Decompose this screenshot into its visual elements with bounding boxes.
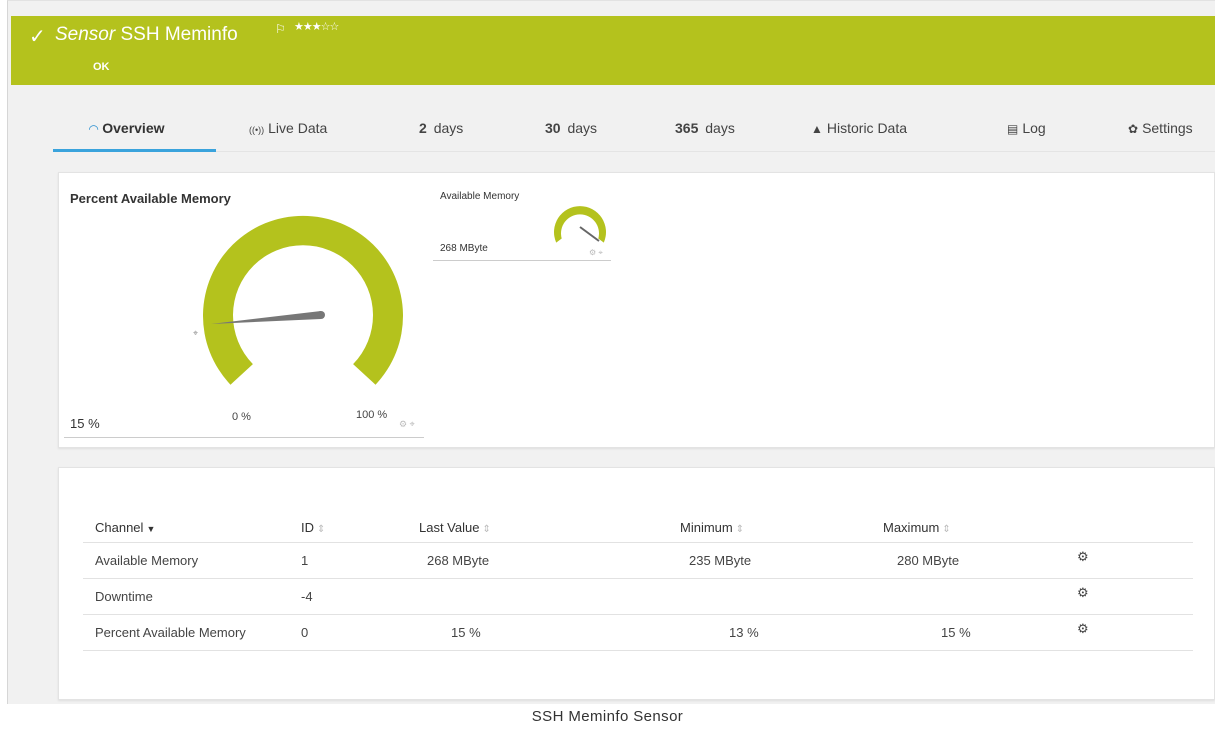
sort-icon: ⇕ bbox=[482, 524, 491, 535]
gauge-divider bbox=[64, 437, 424, 438]
table-row[interactable]: Available Memory 1 268 MByte 235 MByte 2… bbox=[83, 542, 1193, 578]
col-header-maximum[interactable]: Maximum ⇕ bbox=[883, 520, 951, 535]
sensor-title: Sensor SSH Meminfo bbox=[55, 24, 238, 46]
col-header-minimum[interactable]: Minimum ⇕ bbox=[680, 520, 744, 535]
main-gauge[interactable]: ⌖ bbox=[179, 203, 419, 433]
pin-icon: ⌖ bbox=[193, 328, 198, 338]
tab-overview[interactable]: ◠ Overview bbox=[89, 120, 165, 136]
tab-365-days[interactable]: 365 days bbox=[675, 120, 735, 136]
cell-minimum: 13 % bbox=[729, 625, 759, 640]
main-gauge-arc bbox=[203, 215, 403, 385]
tab-number: 365 bbox=[675, 120, 699, 136]
gauges-panel: Percent Available Memory ⌖ 0 % 100 % 15 … bbox=[58, 172, 1215, 448]
figure-caption: SSH Meminfo Sensor bbox=[531, 708, 684, 725]
col-header-channel[interactable]: Channel ▼ bbox=[95, 520, 155, 535]
tab-historic-data[interactable]: ▲ Historic Data bbox=[811, 120, 907, 136]
broadcast-icon: ((•)) bbox=[249, 125, 265, 135]
cell-last-value: 15 % bbox=[451, 625, 481, 640]
cell-maximum: 15 % bbox=[941, 625, 971, 640]
tab-live-data[interactable]: ((•)) Live Data bbox=[249, 120, 327, 136]
col-header-last-value[interactable]: Last Value ⇕ bbox=[419, 520, 491, 535]
channel-settings-icon[interactable]: ⚙ bbox=[1077, 621, 1089, 637]
tab-log[interactable]: ▤ Log bbox=[1007, 120, 1046, 136]
table-bottom-border bbox=[83, 650, 1193, 651]
tab-label: Settings bbox=[1142, 120, 1193, 136]
tab-30-days[interactable]: 30 days bbox=[545, 120, 597, 136]
sort-icon: ⇕ bbox=[735, 524, 745, 535]
cell-minimum: 235 MByte bbox=[689, 553, 752, 568]
cell-id: 0 bbox=[301, 625, 309, 640]
cell-channel[interactable]: Percent Available Memory bbox=[95, 625, 246, 640]
gear-icon: ✿ bbox=[1128, 122, 1139, 136]
tab-settings[interactable]: ✿ Settings bbox=[1128, 120, 1193, 136]
gauge-icon: ◠ bbox=[89, 122, 99, 136]
small-gauge-divider bbox=[433, 260, 611, 261]
col-header-label: ID bbox=[301, 520, 314, 535]
cell-maximum: 280 MByte bbox=[897, 553, 960, 568]
cell-id: -4 bbox=[301, 589, 313, 604]
sensor-title-prefix: Sensor bbox=[55, 24, 116, 45]
small-gauge-settings-icon[interactable]: ⚙ ⌖ bbox=[589, 248, 603, 258]
main-gauge-max-label: 100 % bbox=[356, 409, 388, 421]
gauge-settings-icon[interactable]: ⚙ ⌖ bbox=[399, 419, 415, 430]
col-header-label: Maximum bbox=[883, 520, 940, 535]
sensor-header: ✓ Sensor SSH Meminfo ⚐ ★★★☆☆ OK bbox=[11, 16, 1215, 85]
flag-icon[interactable]: ⚐ bbox=[275, 22, 286, 36]
cell-id: 1 bbox=[301, 553, 309, 568]
channel-settings-icon[interactable]: ⚙ bbox=[1077, 585, 1089, 601]
tab-label: Log bbox=[1022, 120, 1046, 136]
sort-icon: ⇕ bbox=[942, 524, 951, 535]
area-chart-icon: ▲ bbox=[811, 122, 823, 136]
channels-panel: Channel ▼ ID ⇕ Last Value ⇕ Minimum ⇕ Maximu… bbox=[58, 467, 1215, 700]
cell-channel[interactable]: Available Memory bbox=[95, 553, 198, 568]
tab-2-days[interactable]: 2 days bbox=[419, 120, 463, 136]
col-header-label: Minimum bbox=[680, 520, 733, 535]
tab-label: Historic Data bbox=[826, 120, 908, 136]
small-gauge-title: Available Memory bbox=[440, 191, 520, 202]
col-header-id[interactable]: ID ⇕ bbox=[301, 520, 325, 535]
table-row[interactable]: Percent Available Memory 0 15 % 13 % 15 … bbox=[83, 614, 1193, 650]
tab-label: days bbox=[433, 120, 464, 136]
priority-stars[interactable]: ★★★☆☆ bbox=[294, 20, 339, 33]
tab-label: Live Data bbox=[268, 120, 328, 136]
sort-icon: ⇕ bbox=[317, 524, 326, 535]
tab-label: days bbox=[567, 120, 598, 136]
small-gauge-value: 268 MByte bbox=[440, 243, 488, 254]
cell-channel[interactable]: Downtime bbox=[95, 589, 153, 604]
col-header-label: Last Value bbox=[419, 520, 480, 535]
sort-desc-icon: ▼ bbox=[146, 524, 156, 534]
active-tab-indicator bbox=[53, 149, 216, 152]
tab-bar: ◠ Overview ((•)) Live Data 2 days 30 days … bbox=[53, 112, 1215, 152]
cell-last-value: 268 MByte bbox=[427, 553, 490, 568]
small-gauge-arc bbox=[554, 206, 606, 243]
tab-label: Overview bbox=[102, 120, 165, 136]
channel-settings-icon[interactable]: ⚙ bbox=[1077, 549, 1089, 565]
tab-number: 30 bbox=[545, 120, 561, 136]
small-gauge[interactable] bbox=[545, 197, 615, 252]
main-gauge-value: 15 % bbox=[70, 416, 100, 431]
table-row[interactable]: Downtime -4 ⚙ bbox=[83, 578, 1193, 614]
sensor-title-name: SSH Meminfo bbox=[120, 24, 238, 45]
tab-label: days bbox=[705, 120, 735, 136]
list-icon: ▤ bbox=[1007, 122, 1019, 136]
col-header-label: Channel bbox=[95, 520, 144, 535]
status-badge: OK bbox=[93, 61, 110, 73]
small-gauge-needle bbox=[579, 226, 600, 242]
main-gauge-min-label: 0 % bbox=[232, 411, 251, 423]
tab-number: 2 bbox=[419, 120, 427, 136]
check-icon: ✓ bbox=[29, 26, 46, 48]
